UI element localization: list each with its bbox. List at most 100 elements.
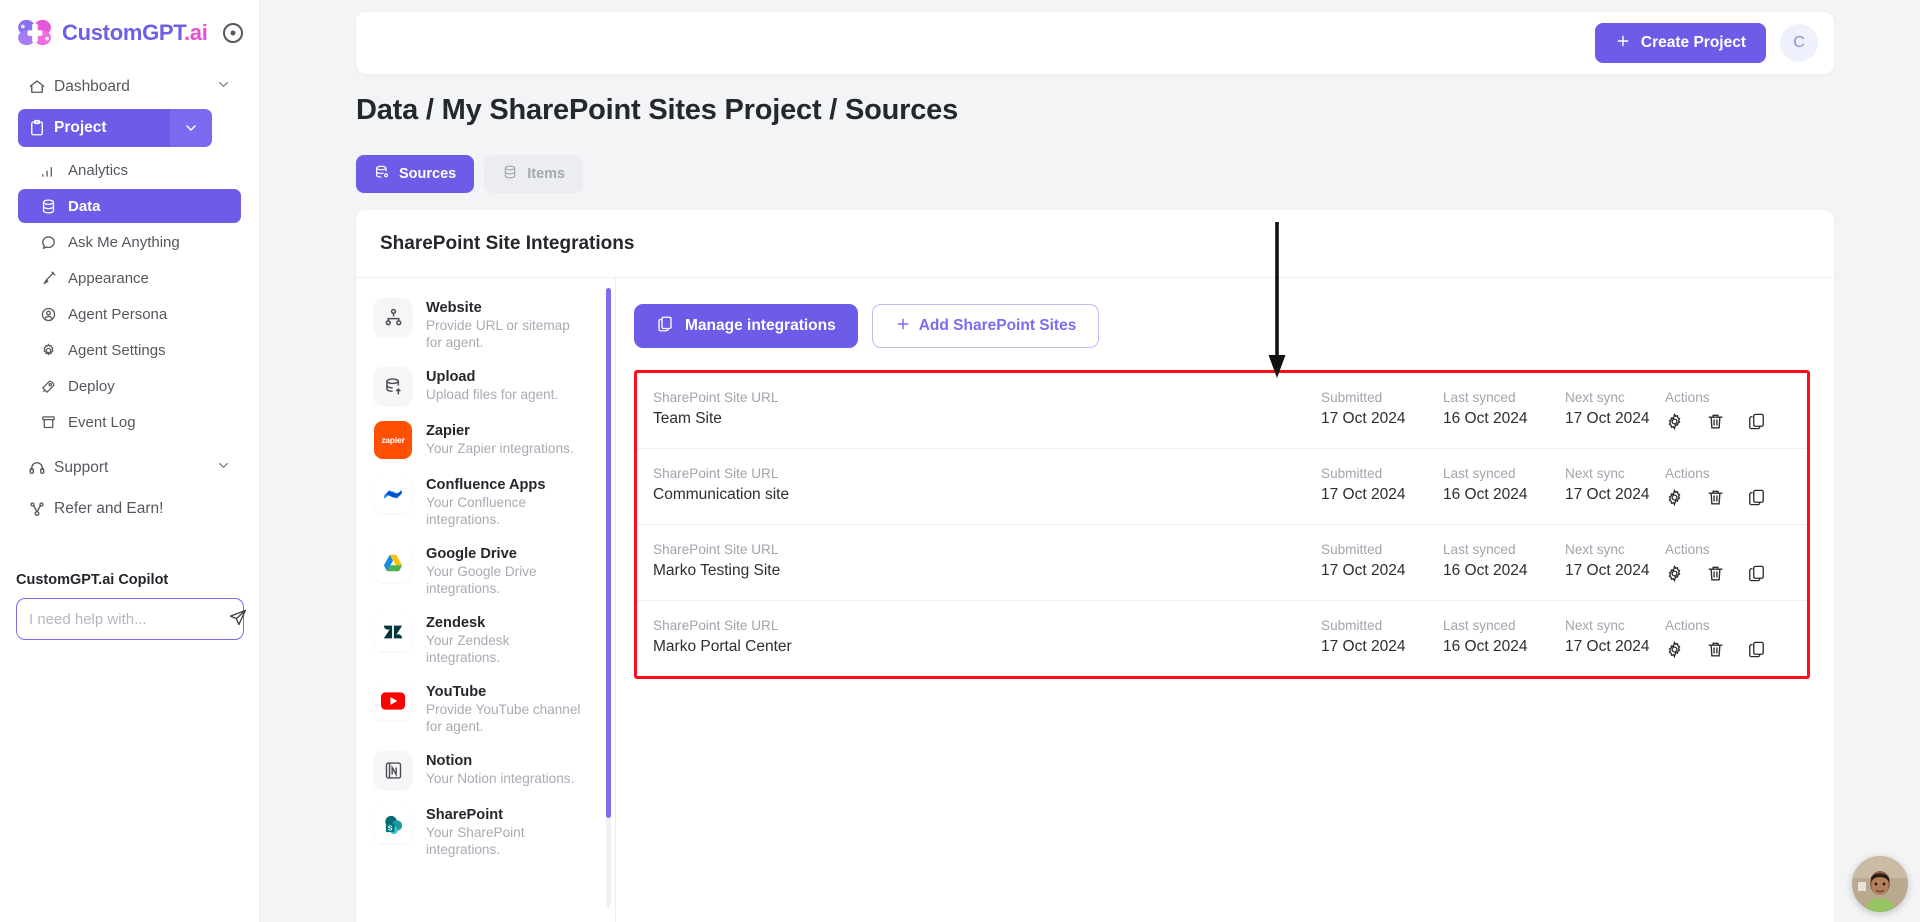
manage-integrations-label: Manage integrations — [685, 317, 836, 334]
sharepoint-sites-table: SharePoint Site URL Team Site Submitted … — [634, 370, 1810, 679]
gear-icon[interactable] — [1665, 640, 1684, 659]
sidebar-item-support[interactable]: Support — [18, 449, 241, 487]
cell-last-synced: Last synced 16 Oct 2024 — [1443, 466, 1565, 504]
copy-icon[interactable] — [1747, 640, 1766, 659]
column-label-next-sync: Next sync — [1565, 542, 1625, 557]
integration-item-confluence-apps[interactable]: Confluence Apps Your Confluence integrat… — [356, 467, 615, 536]
sidebar-item-project-row: Project — [18, 109, 241, 147]
sharepoint-icon: S — [374, 805, 412, 843]
table-row[interactable]: SharePoint Site URL Communication site S… — [637, 449, 1807, 525]
send-icon[interactable] — [228, 607, 248, 632]
column-label-next-sync: Next sync — [1565, 466, 1625, 481]
sidebar-item-dashboard[interactable]: Dashboard — [18, 68, 241, 106]
support-agent-avatar[interactable] — [1852, 856, 1908, 912]
integration-item-notion[interactable]: Notion Your Notion integrations. — [356, 743, 615, 797]
copy-icon[interactable] — [1747, 488, 1766, 507]
sidebar-item-label: Agent Persona — [68, 305, 168, 323]
sidebar-item-agent-persona[interactable]: Agent Persona — [18, 297, 241, 331]
sidebar-item-deploy[interactable]: Deploy — [18, 369, 241, 403]
table-row[interactable]: SharePoint Site URL Team Site Submitted … — [637, 373, 1807, 449]
integration-name: Google Drive — [426, 546, 517, 562]
bar-chart-icon — [40, 162, 68, 179]
sidebar-item-ask-me-anything[interactable]: Ask Me Anything — [18, 225, 241, 259]
manage-integrations-button[interactable]: Manage integrations — [634, 304, 858, 348]
integration-item-youtube[interactable]: YouTube Provide YouTube channel for agen… — [356, 674, 615, 743]
integration-name: Notion — [426, 753, 473, 769]
column-label-submitted: Submitted — [1321, 618, 1383, 633]
copy-icon[interactable] — [1747, 564, 1766, 583]
table-row[interactable]: SharePoint Site URL Marko Testing Site S… — [637, 525, 1807, 601]
create-project-button[interactable]: Create Project — [1594, 23, 1766, 63]
rocket-icon — [40, 378, 68, 395]
brand-row: CustomGPT.ai — [0, 0, 259, 62]
copilot-section: CustomGPT.ai Copilot — [0, 572, 260, 640]
value-site-url: Marko Testing Site — [653, 562, 781, 579]
tab-sources[interactable]: Sources — [356, 155, 475, 193]
avatar[interactable]: C — [1780, 24, 1818, 62]
secondary-nav: Support Refer and Earn! — [0, 441, 259, 528]
sidebar-item-project[interactable]: Project — [18, 109, 170, 147]
trash-icon[interactable] — [1706, 564, 1725, 583]
column-label-last-synced: Last synced — [1443, 542, 1516, 557]
sidebar-item-refer-and-earn[interactable]: Refer and Earn! — [18, 490, 241, 528]
notion-icon — [374, 751, 412, 789]
column-label-next-sync: Next sync — [1565, 390, 1625, 405]
cell-actions: Actions — [1665, 618, 1785, 659]
share-nodes-icon — [28, 500, 54, 518]
value-site-url: Team Site — [653, 410, 722, 427]
column-label-submitted: Submitted — [1321, 390, 1383, 405]
integration-item-google-drive[interactable]: Google Drive Your Google Drive integrati… — [356, 536, 615, 605]
sitemap-icon — [374, 298, 412, 336]
row-action-buttons — [1665, 410, 1785, 431]
integration-item-website[interactable]: Website Provide URL or sitemap for agent… — [356, 290, 615, 359]
svg-text:S: S — [387, 824, 392, 832]
integrations-scrollbar-thumb[interactable] — [606, 288, 611, 818]
integration-desc: Your Notion integrations. — [426, 771, 575, 786]
integration-item-zendesk[interactable]: Zendesk Your Zendesk integrations. — [356, 605, 615, 674]
sidebar-item-event-log[interactable]: Event Log — [18, 405, 241, 439]
gear-icon[interactable] — [1665, 412, 1684, 431]
integration-item-zapier[interactable]: zapier Zapier Your Zapier integrations. — [356, 413, 615, 467]
tab-items[interactable]: Items — [484, 155, 584, 193]
project-expand-chevron-down-icon[interactable] — [170, 109, 212, 147]
sidebar-item-appearance[interactable]: Appearance — [18, 261, 241, 295]
copilot-input-wrapper[interactable] — [16, 598, 247, 640]
plus-icon — [1615, 33, 1631, 54]
help-circle-icon[interactable] — [223, 23, 243, 43]
column-label-last-synced: Last synced — [1443, 618, 1516, 633]
integration-name: Zapier — [426, 423, 470, 439]
cell-next-sync: Next sync 17 Oct 2024 — [1565, 390, 1665, 428]
trash-icon[interactable] — [1706, 412, 1725, 431]
table-row[interactable]: SharePoint Site URL Marko Portal Center … — [637, 601, 1807, 676]
cell-last-synced: Last synced 16 Oct 2024 — [1443, 618, 1565, 656]
database-upload-icon — [374, 367, 412, 405]
cell-submitted: Submitted 17 Oct 2024 — [1321, 618, 1443, 656]
add-sharepoint-sites-label: Add SharePoint Sites — [918, 317, 1077, 334]
copilot-input[interactable] — [29, 610, 228, 628]
value-submitted: 17 Oct 2024 — [1321, 410, 1406, 427]
integration-name: Confluence Apps — [426, 477, 546, 493]
add-sharepoint-sites-button[interactable]: Add SharePoint Sites — [871, 304, 1100, 348]
integration-item-sharepoint[interactable]: S SharePoint Your SharePoint integration… — [356, 797, 615, 866]
gear-icon[interactable] — [1665, 488, 1684, 507]
column-label-url: SharePoint Site URL — [653, 618, 779, 633]
cell-last-synced: Last synced 16 Oct 2024 — [1443, 390, 1565, 428]
gear-icon[interactable] — [1665, 564, 1684, 583]
trash-icon[interactable] — [1706, 640, 1725, 659]
chevron-down-icon[interactable] — [216, 77, 231, 97]
zapier-icon: zapier — [374, 421, 412, 459]
copy-icon[interactable] — [1747, 412, 1766, 431]
sidebar-item-analytics[interactable]: Analytics — [18, 153, 241, 187]
card-body: Website Provide URL or sitemap for agent… — [356, 278, 1834, 922]
chevron-down-icon[interactable] — [216, 458, 231, 478]
page-title: Data / My SharePoint Sites Project / Sou… — [356, 94, 959, 126]
trash-icon[interactable] — [1706, 488, 1725, 507]
sidebar-item-data[interactable]: Data — [18, 189, 241, 223]
sidebar-item-agent-settings[interactable]: Agent Settings — [18, 333, 241, 367]
integration-item-upload[interactable]: Upload Upload files for agent. — [356, 359, 615, 413]
row-action-buttons — [1665, 638, 1785, 659]
column-label-submitted: Submitted — [1321, 466, 1383, 481]
customgpt-logo-icon — [18, 19, 51, 46]
youtube-icon — [374, 682, 412, 720]
column-label-last-synced: Last synced — [1443, 466, 1516, 481]
